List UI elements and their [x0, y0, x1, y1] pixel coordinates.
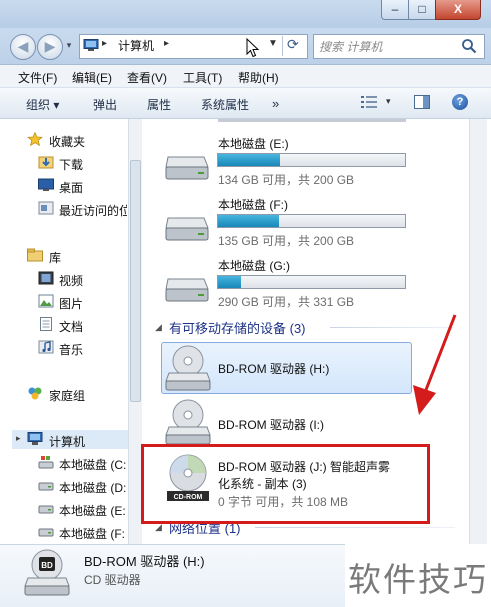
optical-drive-icon — [165, 345, 211, 391]
view-options-dropdown[interactable]: ▾ — [386, 96, 391, 107]
group-divider — [255, 527, 455, 528]
annotation-arrow-icon — [413, 314, 457, 415]
nav-homegroup[interactable]: 家庭组 — [49, 387, 85, 404]
hard-drive-icon — [165, 217, 209, 241]
drive-usage-fill — [218, 154, 280, 166]
nav-videos[interactable]: 视频 — [59, 272, 83, 289]
favorites-star-icon — [27, 132, 43, 146]
eject-button[interactable]: 弹出 — [93, 96, 117, 113]
nav-drive-f[interactable]: 本地磁盘 (F: — [59, 525, 127, 542]
computer-icon — [83, 39, 99, 51]
preview-pane-icon[interactable] — [414, 95, 430, 109]
bd-logo-label: BD — [41, 561, 53, 570]
music-icon — [38, 340, 54, 354]
help-icon[interactable]: ? — [452, 94, 468, 110]
mouse-cursor-icon — [246, 38, 260, 58]
computer-icon — [27, 432, 43, 445]
menu-view[interactable]: 查看(V) — [127, 69, 167, 86]
nav-favorites[interactable]: 收藏夹 — [49, 133, 85, 150]
nav-drive-c[interactable]: 本地磁盘 (C: — [59, 456, 127, 473]
nav-music[interactable]: 音乐 — [59, 341, 83, 358]
minimize-icon: – — [391, 2, 399, 16]
hard-drive-icon — [165, 156, 209, 180]
hard-drive-icon — [38, 505, 54, 514]
hard-drive-icon — [165, 278, 209, 302]
nav-libraries[interactable]: 库 — [49, 249, 61, 266]
collapse-group-icon[interactable]: ◢ — [155, 322, 162, 333]
homegroup-icon — [28, 387, 42, 400]
nav-downloads[interactable]: 下载 — [59, 156, 83, 173]
close-icon: X — [453, 2, 462, 16]
expand-arrow-icon[interactable]: ▸ — [16, 433, 21, 444]
details-item-type: CD 驱动器 — [84, 573, 141, 587]
desktop-icon — [38, 178, 54, 191]
nav-drive-d[interactable]: 本地磁盘 (D: — [59, 479, 127, 496]
nav-recent-places[interactable]: 最近访问的位 — [59, 202, 127, 219]
breadcrumb-arrow-icon[interactable]: ▸ — [102, 38, 107, 49]
back-button[interactable]: ◀ — [10, 34, 36, 60]
hard-drive-icon — [38, 528, 54, 537]
minimize-button[interactable]: – — [381, 0, 409, 20]
group-header-removable[interactable]: 有可移动存储的设备 (3) — [169, 318, 306, 337]
highlight-annotation-box — [141, 444, 430, 524]
pictures-icon — [38, 294, 54, 308]
close-button[interactable]: X — [435, 0, 481, 20]
properties-button[interactable]: 属性 — [147, 96, 171, 113]
breadcrumb-computer[interactable]: 计算机 — [118, 37, 154, 54]
navigation-scrollbar-thumb[interactable] — [130, 160, 141, 402]
partial-row-edge — [218, 119, 406, 122]
organize-button[interactable]: 组织 ▾ — [26, 96, 59, 113]
change-view-icon[interactable] — [361, 95, 377, 109]
menu-tools[interactable]: 工具(T) — [183, 69, 222, 86]
nav-documents[interactable]: 文档 — [59, 318, 83, 335]
windows-drive-icon — [38, 456, 54, 469]
drive-name: 本地磁盘 (G:) — [218, 259, 290, 273]
menu-edit[interactable]: 编辑(E) — [72, 69, 112, 86]
breadcrumb-arrow-icon[interactable]: ▸ — [164, 38, 169, 49]
drive-usage-fill — [218, 215, 279, 227]
drive-usage-bar — [217, 275, 406, 289]
forward-arrow-icon: ▶ — [44, 38, 56, 54]
back-arrow-icon: ◀ — [17, 38, 29, 54]
videos-icon — [38, 271, 54, 285]
nav-desktop[interactable]: 桌面 — [59, 179, 83, 196]
libraries-icon — [27, 248, 43, 262]
drive-usage-fill — [218, 276, 242, 288]
more-commands-button[interactable]: » — [272, 96, 279, 111]
recent-places-icon — [38, 201, 54, 215]
nav-computer[interactable]: 计算机 — [49, 433, 85, 450]
drive-usage-bar — [217, 214, 406, 228]
drive-name: BD-ROM 驱动器 (H:) — [218, 362, 330, 376]
nav-pictures[interactable]: 图片 — [59, 295, 83, 312]
drive-free-space: 290 GB 可用，共 331 GB — [218, 295, 355, 309]
menu-file[interactable]: 文件(F) — [18, 69, 57, 86]
downloads-icon — [38, 156, 54, 169]
refresh-button[interactable]: ⟳ — [282, 36, 305, 56]
address-dropdown-icon[interactable]: ▼ — [268, 38, 278, 49]
optical-drive-icon — [165, 399, 211, 445]
drive-free-space: 135 GB 可用，共 200 GB — [218, 234, 355, 248]
search-placeholder: 搜索 计算机 — [319, 40, 383, 54]
details-item-name: BD-ROM 驱动器 (H:) — [84, 554, 205, 569]
hard-drive-icon — [38, 482, 54, 491]
drive-usage-bar — [217, 153, 406, 167]
documents-icon — [40, 317, 52, 331]
drive-name: 本地磁盘 (F:) — [218, 198, 288, 212]
content-scrollbar[interactable] — [469, 119, 487, 544]
drive-free-space: 134 GB 可用，共 200 GB — [218, 173, 355, 187]
maximize-button[interactable]: □ — [408, 0, 436, 20]
bd-drive-icon: BD — [24, 549, 70, 596]
drive-name: 本地磁盘 (E:) — [218, 137, 289, 151]
refresh-icon: ⟳ — [287, 36, 299, 52]
drive-name: BD-ROM 驱动器 (I:) — [218, 418, 324, 432]
forward-button[interactable]: ▶ — [37, 34, 63, 60]
recent-pages-button[interactable]: ▾ — [64, 40, 74, 51]
nav-drive-e[interactable]: 本地磁盘 (E: — [59, 502, 127, 519]
menu-help[interactable]: 帮助(H) — [238, 69, 279, 86]
maximize-icon: □ — [418, 2, 426, 16]
watermark-text: 软件技巧 — [348, 561, 488, 598]
system-properties-button[interactable]: 系统属性 — [201, 96, 249, 113]
search-icon[interactable] — [461, 38, 477, 54]
